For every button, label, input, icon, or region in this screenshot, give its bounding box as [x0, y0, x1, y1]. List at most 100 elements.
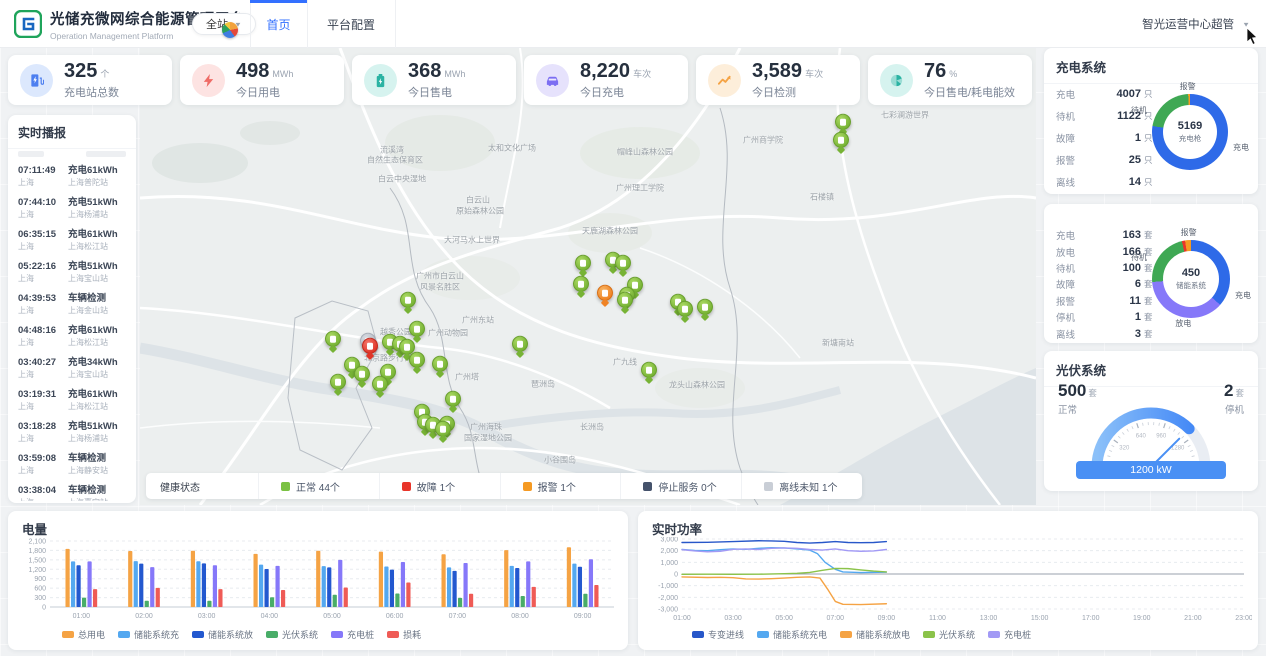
health-legend-item: 停止服务 0个 [620, 473, 741, 499]
charger-glyph-icon [359, 370, 365, 377]
legend-swatch [988, 631, 1000, 638]
broadcast-event: 充电51kWh [68, 261, 118, 273]
charging-row: 充电4007只 [1044, 83, 1156, 105]
kpi-card-1: 325个充电站总数 [8, 55, 172, 105]
legend-label: 专变进线 [708, 628, 744, 641]
legend-swatch [192, 631, 204, 638]
station-marker-normal[interactable] [409, 321, 425, 337]
station-marker-fault[interactable] [362, 338, 378, 354]
legend-item[interactable]: 光伏系统 [923, 628, 975, 641]
energy-use-icon [192, 64, 225, 97]
broadcast-station: 上海松江站 [68, 241, 118, 252]
svg-text:01:00: 01:00 [73, 613, 91, 620]
map-place-label: 国家湿地公园 [464, 433, 512, 444]
station-marker-normal[interactable] [409, 352, 425, 368]
storage-row: 停机1套 [1044, 309, 1156, 325]
list-item: 05:22:16上海充电51kWh上海宝山站 [18, 261, 126, 292]
charger-glyph-icon [377, 380, 383, 387]
legend-label: 光伏系统 [939, 628, 975, 641]
map-place-label: 广州塔 [455, 372, 479, 383]
map-place-label: 广州海珠 [470, 422, 502, 433]
svg-text:13:00: 13:00 [980, 615, 998, 622]
station-marker-normal[interactable] [330, 374, 346, 390]
power-line-chart: -3,000-2,000-1,00001,0002,0003,00001:000… [644, 537, 1252, 627]
station-marker-normal[interactable] [615, 255, 631, 271]
broadcast-event: 车辆检测 [68, 453, 108, 465]
legend-item[interactable]: 光伏系统 [266, 628, 318, 641]
station-marker-normal[interactable] [641, 362, 657, 378]
svg-text:05:00: 05:00 [775, 615, 793, 622]
broadcast-station: 上海松江站 [68, 401, 118, 412]
tab-platform-config[interactable]: 平台配置 [307, 0, 395, 48]
health-legend-item: 正常 44个 [258, 473, 379, 499]
legend-item[interactable]: 储能系统充 [118, 628, 179, 641]
power-line-chart-panel: 实时功率 -3,000-2,000-1,00001,0002,0003,0000… [638, 511, 1258, 650]
broadcast-time-city: 03:19:31上海 [18, 389, 62, 420]
station-marker-normal[interactable] [400, 292, 416, 308]
legend-item[interactable]: 充电桩 [988, 628, 1031, 641]
list-item: 03:59:08上海车辆检测上海静安站 [18, 453, 126, 484]
charger-glyph-icon [450, 395, 456, 402]
list-item: 06:35:15上海充电61kWh上海松江站 [18, 229, 126, 260]
station-marker-normal[interactable] [432, 356, 448, 372]
charger-glyph-icon [682, 305, 688, 312]
charger-glyph-icon [602, 289, 608, 296]
charger-glyph-icon [335, 378, 341, 385]
row-label: 放电 [1056, 245, 1075, 259]
donut-center: 5169充电枪 [1163, 105, 1217, 159]
donut-center-value: 5169 [1178, 120, 1202, 132]
station-marker-alarm[interactable] [597, 285, 613, 301]
station-marker-normal[interactable] [372, 376, 388, 392]
donut-callout: 报警 [1180, 81, 1196, 92]
station-marker-normal[interactable] [512, 336, 528, 352]
kpi-value-line: 368MWh [408, 61, 465, 82]
list-item: 07:44:10上海充电51kWh上海杨浦站 [18, 197, 126, 228]
map-place-label: 广九线 [613, 357, 637, 368]
station-marker-normal[interactable] [677, 301, 693, 317]
station-marker-normal[interactable] [617, 292, 633, 308]
station-marker-normal[interactable] [835, 114, 851, 130]
station-marker-normal[interactable] [325, 331, 341, 347]
tab-home[interactable]: 首页 [250, 0, 307, 48]
charging-system-panel: 充电系统 充电4007只待机1122只故障1只报警25只离线14只 5169充电… [1044, 48, 1258, 194]
map-place-label: 龙头山森林公园 [669, 380, 725, 391]
legend-item[interactable]: 损耗 [387, 628, 421, 641]
legend-item[interactable]: 专变进线 [692, 628, 744, 641]
charger-glyph-icon [578, 280, 584, 287]
charger-glyph-icon [404, 343, 410, 350]
broadcast-city: 上海 [18, 465, 62, 476]
broadcast-city: 上海 [18, 337, 62, 348]
charger-glyph-icon [702, 303, 708, 310]
legend-item[interactable]: 总用电 [62, 628, 105, 641]
legend-label: 储能系统充电 [773, 628, 827, 641]
row-value: 4007 [1117, 88, 1141, 100]
row-value: 14 [1129, 176, 1141, 188]
map-place-label: 大河马水上世界 [444, 235, 500, 246]
legend-item[interactable]: 储能系统放 [192, 628, 253, 641]
legend-item[interactable]: 储能系统充电 [757, 628, 827, 641]
station-marker-normal[interactable] [575, 255, 591, 271]
station-marker-normal[interactable] [354, 366, 370, 382]
station-marker-normal[interactable] [445, 391, 461, 407]
top-header: 光储充微网综合能源管理平台 Operation Management Platf… [0, 0, 1266, 48]
svg-text:600: 600 [34, 586, 46, 593]
station-marker-normal[interactable] [573, 276, 589, 292]
city-map[interactable]: 流溪湾自然生态保育区白云中央湿地太和文化广场白云山原始森林公园大河马水上世界帽峰… [140, 48, 1036, 505]
map-place-label: 广州东站 [462, 315, 494, 326]
power-chart-title: 实时功率 [638, 511, 1258, 540]
station-marker-normal[interactable] [697, 299, 713, 315]
broadcast-time: 07:44:10 [18, 197, 62, 209]
user-menu[interactable]: 智光运营中心超管 ▼ [1142, 0, 1250, 48]
station-marker-normal[interactable] [435, 421, 451, 437]
svg-text:-3,000: -3,000 [658, 607, 678, 614]
kpi-card-2: 498MWh今日用电 [180, 55, 344, 105]
svg-text:19:00: 19:00 [1133, 615, 1151, 622]
legend-label: 储能系统放 [208, 628, 253, 641]
kpi-card-row: 325个充电站总数498MWh今日用电368MWh今日售电8,220车次今日充电… [8, 55, 1032, 105]
svg-text:07:00: 07:00 [827, 615, 845, 622]
row-value: 163 [1123, 229, 1141, 241]
svg-text:3,000: 3,000 [660, 537, 678, 544]
station-marker-normal[interactable] [833, 132, 849, 148]
legend-item[interactable]: 储能系统放电 [840, 628, 910, 641]
legend-item[interactable]: 充电桩 [331, 628, 374, 641]
